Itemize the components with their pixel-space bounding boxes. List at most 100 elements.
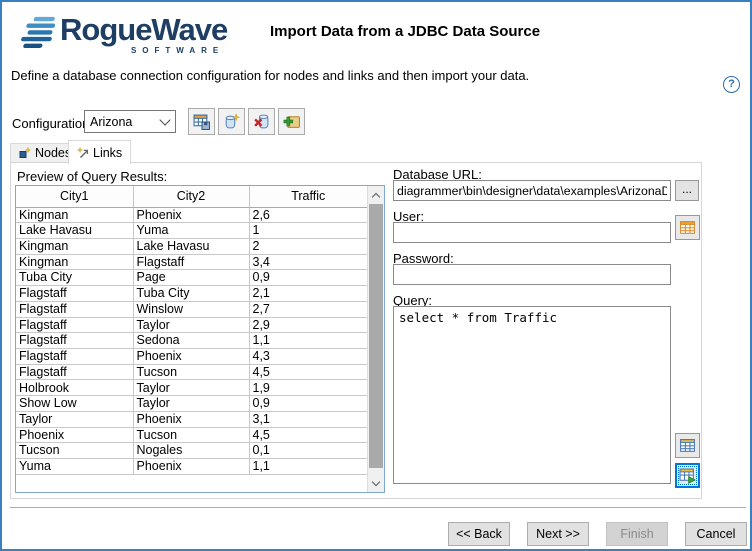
table-row[interactable]: FlagstaffTaylor2,9: [16, 317, 367, 333]
table-cell[interactable]: Taylor: [133, 380, 249, 396]
browse-button[interactable]: ...: [675, 180, 699, 201]
table-row[interactable]: TaylorPhoenix3,1: [16, 411, 367, 427]
table-cell[interactable]: Holbrook: [16, 380, 133, 396]
table-cell[interactable]: Flagstaff: [16, 364, 133, 380]
browse-tables-button[interactable]: [675, 215, 700, 240]
table-cell[interactable]: Winslow: [133, 301, 249, 317]
table-cell[interactable]: 0,1: [249, 443, 367, 459]
table-cell[interactable]: Tucson: [133, 364, 249, 380]
table-cell[interactable]: Yuma: [16, 459, 133, 475]
table-cell[interactable]: Kingman: [16, 254, 133, 270]
table-cell[interactable]: 1: [249, 223, 367, 239]
table-row[interactable]: FlagstaffPhoenix4,3: [16, 348, 367, 364]
table-cell[interactable]: Kingman: [16, 207, 133, 223]
table-cell[interactable]: Flagstaff: [16, 348, 133, 364]
table-cell[interactable]: Flagstaff: [16, 286, 133, 302]
import-wizard-window: RogueWave SOFTWARE Import Data from a JD…: [0, 0, 752, 551]
new-connection-button[interactable]: [218, 108, 245, 135]
table-cell[interactable]: 3,4: [249, 254, 367, 270]
links-tab-panel: Preview of Query Results: City1 City2 Tr…: [10, 162, 702, 499]
delete-connection-button[interactable]: [248, 108, 275, 135]
table-cell[interactable]: Tuba City: [133, 286, 249, 302]
table-cell[interactable]: 0,9: [249, 396, 367, 412]
table-row[interactable]: HolbrookTaylor1,9: [16, 380, 367, 396]
table-row[interactable]: KingmanLake Havasu2: [16, 238, 367, 254]
table-cell[interactable]: 1,9: [249, 380, 367, 396]
user-input[interactable]: [393, 222, 671, 243]
wizard-description: Define a database connection configurati…: [11, 68, 529, 83]
run-query-button[interactable]: [675, 463, 700, 488]
table-row[interactable]: KingmanPhoenix2,6: [16, 207, 367, 223]
table-row[interactable]: KingmanFlagstaff3,4: [16, 254, 367, 270]
table-cell[interactable]: Flagstaff: [16, 301, 133, 317]
table-cell[interactable]: Taylor: [133, 317, 249, 333]
table-cell[interactable]: Taylor: [133, 396, 249, 412]
scroll-up-icon[interactable]: [368, 186, 384, 203]
table-cell[interactable]: 1,1: [249, 333, 367, 349]
table-cell[interactable]: Lake Havasu: [16, 223, 133, 239]
table-cell[interactable]: Show Low: [16, 396, 133, 412]
table-row[interactable]: YumaPhoenix1,1: [16, 459, 367, 475]
cancel-button[interactable]: Cancel: [685, 522, 747, 546]
table-cell[interactable]: Sedona: [133, 333, 249, 349]
table-cell[interactable]: 2,9: [249, 317, 367, 333]
table-row[interactable]: TucsonNogales0,1: [16, 443, 367, 459]
table-row[interactable]: PhoenixTucson4,5: [16, 427, 367, 443]
configuration-select[interactable]: Arizona: [84, 110, 176, 133]
brand-subtitle: SOFTWARE: [131, 46, 224, 55]
table-scrollbar[interactable]: [367, 186, 384, 492]
next-button[interactable]: Next >>: [527, 522, 589, 546]
table-cell[interactable]: Yuma: [133, 223, 249, 239]
table-row[interactable]: FlagstaffTuba City2,1: [16, 286, 367, 302]
scrollbar-thumb[interactable]: [369, 204, 383, 468]
table-cell[interactable]: Tucson: [133, 427, 249, 443]
help-icon[interactable]: ?: [723, 76, 740, 93]
table-cell[interactable]: 2,6: [249, 207, 367, 223]
add-item-icon: [283, 113, 300, 130]
table-cell[interactable]: 1,1: [249, 459, 367, 475]
table-cell[interactable]: Phoenix: [133, 348, 249, 364]
table-cell[interactable]: Tucson: [16, 443, 133, 459]
database-url-input[interactable]: [393, 180, 671, 201]
table-cell[interactable]: Kingman: [16, 238, 133, 254]
query-textarea[interactable]: select * from Traffic: [393, 306, 671, 484]
add-configuration-button[interactable]: [278, 108, 305, 135]
table-cell[interactable]: 2,1: [249, 286, 367, 302]
table-cell[interactable]: Phoenix: [16, 427, 133, 443]
table-cell[interactable]: Page: [133, 270, 249, 286]
table-run-icon: [679, 467, 696, 484]
table-cell[interactable]: Phoenix: [133, 411, 249, 427]
table-cell[interactable]: 4,3: [249, 348, 367, 364]
table-cell[interactable]: 2: [249, 238, 367, 254]
table-row[interactable]: Show LowTaylor0,9: [16, 396, 367, 412]
show-query-results-button[interactable]: [675, 433, 700, 458]
table-cell[interactable]: 2,7: [249, 301, 367, 317]
table-cell[interactable]: Taylor: [16, 411, 133, 427]
save-table-configuration-button[interactable]: [188, 108, 215, 135]
table-cell[interactable]: Phoenix: [133, 459, 249, 475]
table-cell[interactable]: Flagstaff: [16, 317, 133, 333]
table-cell[interactable]: Tuba City: [16, 270, 133, 286]
table-cell[interactable]: 4,5: [249, 427, 367, 443]
back-button[interactable]: << Back: [448, 522, 510, 546]
column-header-traffic[interactable]: Traffic: [249, 186, 367, 207]
roguewave-logo: RogueWave SOFTWARE: [14, 10, 227, 56]
table-row[interactable]: FlagstaffWinslow2,7: [16, 301, 367, 317]
table-cell[interactable]: 0,9: [249, 270, 367, 286]
table-cell[interactable]: 3,1: [249, 411, 367, 427]
column-header-city1[interactable]: City1: [16, 186, 133, 207]
table-row[interactable]: Tuba CityPage0,9: [16, 270, 367, 286]
table-row[interactable]: Lake HavasuYuma1: [16, 223, 367, 239]
column-header-city2[interactable]: City2: [133, 186, 249, 207]
table-cell[interactable]: Lake Havasu: [133, 238, 249, 254]
table-cell[interactable]: Nogales: [133, 443, 249, 459]
password-input[interactable]: [393, 264, 671, 285]
table-cell[interactable]: Flagstaff: [16, 333, 133, 349]
table-row[interactable]: FlagstaffTucson4,5: [16, 364, 367, 380]
tab-links[interactable]: Links: [68, 140, 131, 164]
table-cell[interactable]: 4,5: [249, 364, 367, 380]
table-cell[interactable]: Flagstaff: [133, 254, 249, 270]
table-row[interactable]: FlagstaffSedona1,1: [16, 333, 367, 349]
table-cell[interactable]: Phoenix: [133, 207, 249, 223]
scroll-down-icon[interactable]: [368, 475, 384, 492]
